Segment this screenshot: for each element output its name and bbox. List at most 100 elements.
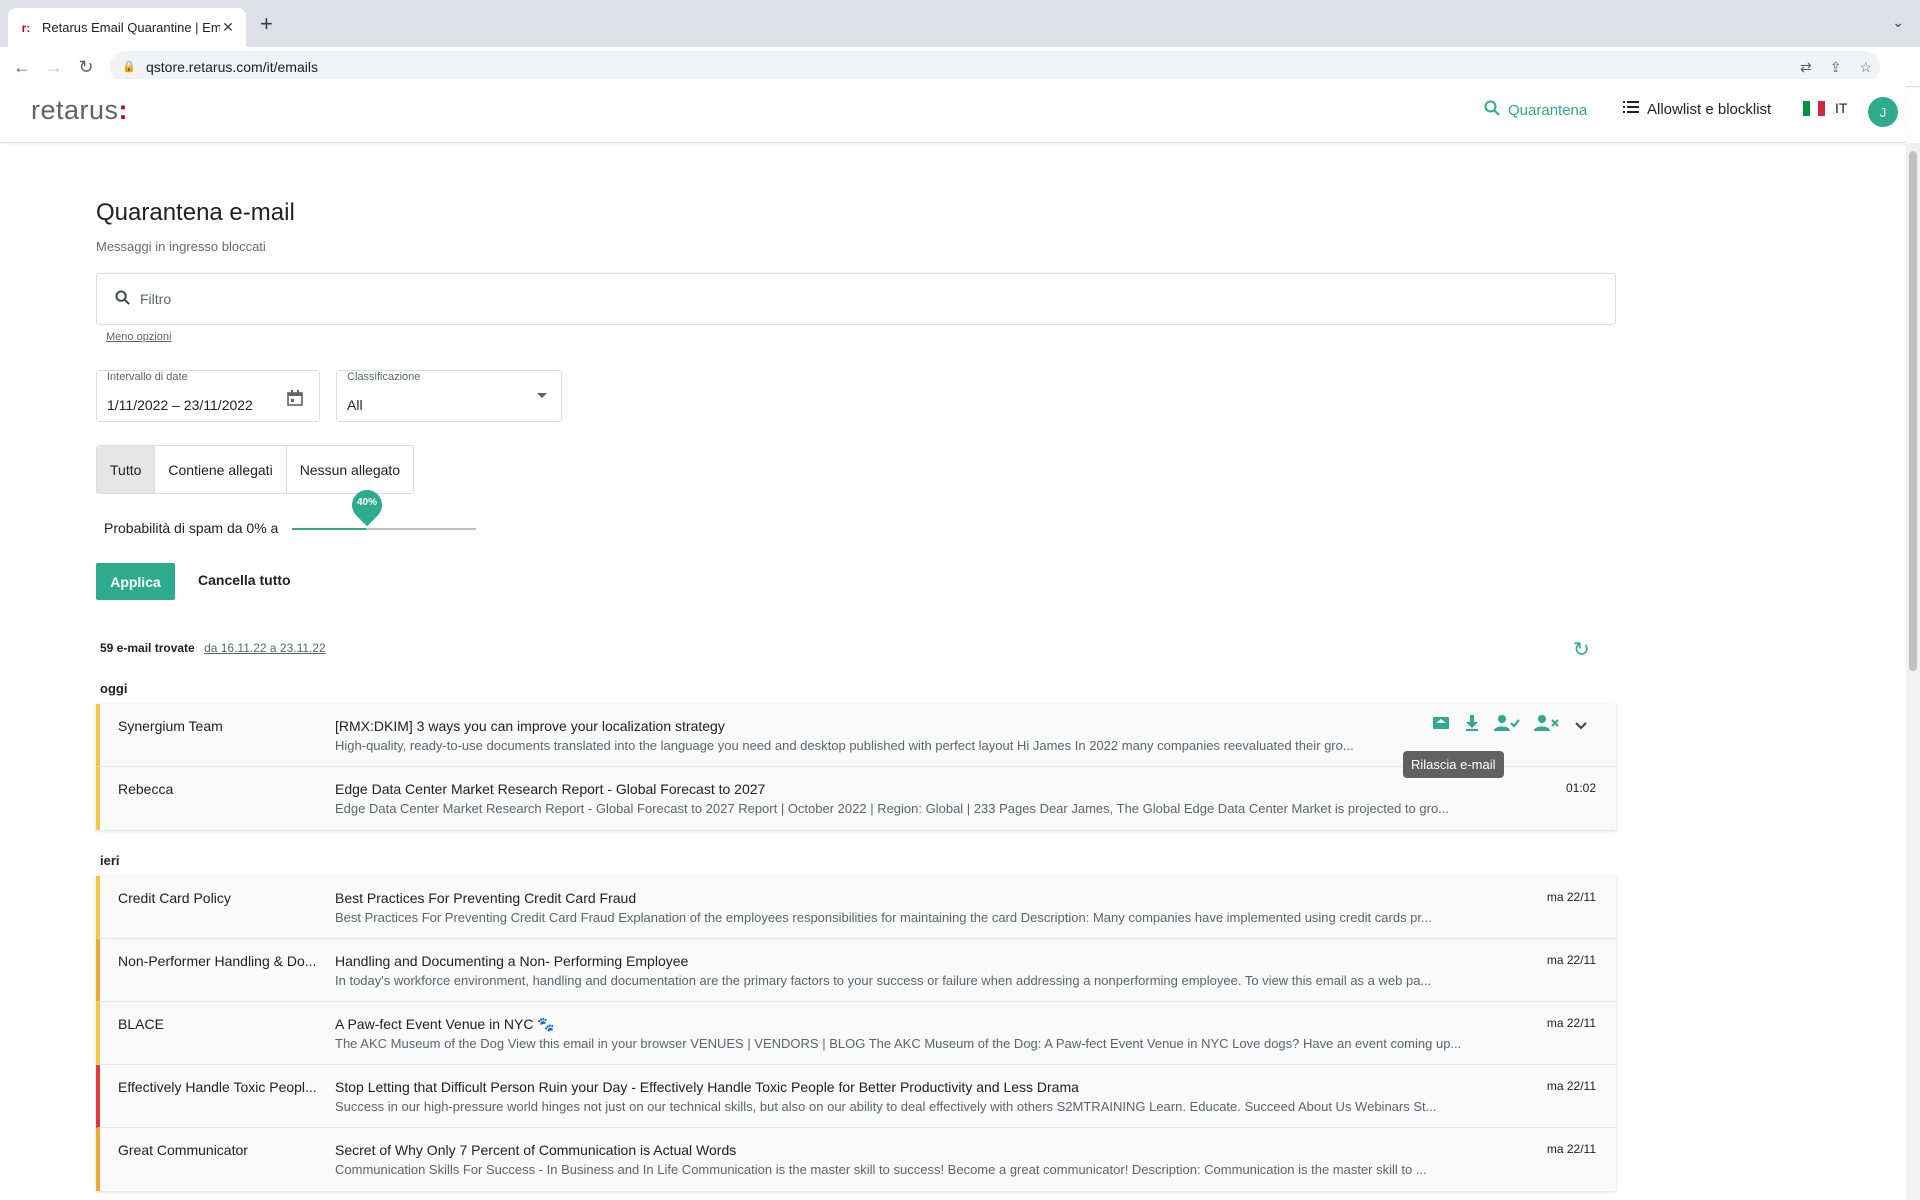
dropdown-caret-icon — [537, 393, 547, 398]
logo-mark: : — [118, 95, 129, 125]
email-row[interactable]: Non-Performer Handling & Do... Handling … — [96, 939, 1616, 1002]
email-row[interactable]: Synergium Team [RMX:DKIM] 3 ways you can… — [96, 704, 1616, 767]
spam-slider-value: 40% — [356, 497, 377, 508]
email-preview: The AKC Museum of the Dog View this emai… — [335, 1036, 1462, 1051]
close-tab-icon[interactable]: ✕ — [220, 19, 236, 36]
spam-slider-fill — [292, 528, 366, 530]
retarus-favicon-icon: r: — [21, 20, 31, 35]
results-summary: 59 e-mail trovate da 16.11.22 a 23.11.22 — [100, 641, 326, 655]
page-title: Quarantena e-mail — [96, 199, 295, 226]
email-sender: Effectively Handle Toxic Peopl... — [118, 1079, 317, 1095]
less-options-link[interactable]: Meno opzioni — [106, 331, 171, 343]
scrollbar-thumb[interactable] — [1909, 151, 1917, 671]
email-date: ma 22/11 — [1546, 953, 1596, 967]
email-subject: A Paw-fect Event Venue in NYC 🐾 — [335, 1016, 555, 1032]
url-text: qstore.retarus.com/it/emails — [146, 59, 318, 75]
allow-sender-icon[interactable] — [1494, 714, 1520, 737]
spam-slider-track[interactable] — [292, 528, 476, 530]
page-scrollbar[interactable] — [1906, 143, 1920, 1200]
translate-icon[interactable]: ⇄ — [1800, 59, 1812, 76]
expand-chevron-icon[interactable] — [1574, 718, 1588, 734]
email-row[interactable]: Rebecca Edge Data Center Market Research… — [96, 767, 1616, 830]
apply-button[interactable]: Applica — [96, 563, 175, 600]
search-icon — [1484, 100, 1500, 120]
share-icon[interactable]: ⇪ — [1830, 59, 1842, 76]
email-subject: Secret of Why Only 7 Percent of Communic… — [335, 1142, 737, 1158]
segment-with-attachments[interactable]: Contiene allegati — [155, 446, 287, 493]
email-subject: [RMX:DKIM] 3 ways you can improve your l… — [335, 718, 725, 734]
app-header: retarus: Quarantena Allowlist e blocklis… — [0, 79, 1906, 143]
email-sender: Synergium Team — [118, 718, 223, 734]
email-sender: Non-Performer Handling & Do... — [118, 953, 317, 969]
email-date: ma 22/11 — [1546, 1079, 1596, 1093]
calendar-icon[interactable] — [287, 390, 303, 410]
release-email-icon[interactable] — [1432, 714, 1450, 737]
email-subject: Stop Letting that Difficult Person Ruin … — [335, 1079, 1079, 1095]
email-sender: Great Communicator — [118, 1142, 248, 1158]
email-row[interactable]: Effectively Handle Toxic Peopl... Stop L… — [96, 1065, 1616, 1128]
email-sender: Credit Card Policy — [118, 890, 231, 906]
retarus-logo[interactable]: retarus: — [31, 95, 128, 126]
email-preview: In today's workforce environment, handli… — [335, 973, 1432, 988]
email-subject: Best Practices For Preventing Credit Car… — [335, 890, 637, 906]
classification-value: All — [347, 397, 363, 413]
segment-all[interactable]: Tutto — [97, 446, 156, 493]
email-preview: Communication Skills For Success - In Bu… — [335, 1162, 1427, 1177]
filter-box — [96, 273, 1616, 325]
group-label-today: oggi — [100, 681, 128, 696]
list-icon — [1623, 100, 1639, 118]
email-date: ma 22/11 — [1546, 1016, 1596, 1030]
email-subject: Handling and Documenting a Non- Performi… — [335, 953, 689, 969]
user-avatar[interactable]: J — [1868, 97, 1898, 127]
lock-icon: 🔒 — [122, 61, 136, 73]
nav-lists-label: Allowlist e blocklist — [1647, 100, 1772, 118]
nav-allowlist-blocklist[interactable]: Allowlist e blocklist — [1623, 100, 1771, 118]
email-row[interactable]: BLACE A Paw-fect Event Venue in NYC 🐾 Th… — [96, 1002, 1616, 1065]
bookmark-star-icon[interactable]: ☆ — [1859, 59, 1872, 76]
date-range-label: Intervallo di date — [107, 371, 188, 383]
nav-quarantine-label: Quarantena — [1508, 101, 1588, 119]
italy-flag-icon — [1803, 100, 1825, 116]
date-range-field[interactable]: Intervallo di date 1/11/2022 – 23/11/202… — [96, 370, 320, 422]
email-date: 01:02 — [1565, 781, 1596, 795]
email-date: ma 22/11 — [1546, 1142, 1596, 1156]
browser-tabstrip: r: Retarus Email Quarantine | Em ✕ + ⌄ — [0, 0, 1920, 47]
group-label-yesterday: ieri — [100, 853, 120, 868]
segment-no-attachments[interactable]: Nessun allegato — [287, 446, 413, 493]
new-tab-icon[interactable]: + — [260, 12, 273, 36]
download-icon[interactable] — [1464, 714, 1480, 737]
search-icon — [115, 289, 130, 309]
refresh-icon[interactable]: ↻ — [1573, 637, 1590, 662]
email-preview: Edge Data Center Market Research Report … — [335, 801, 1450, 816]
email-preview: Success in our high-pressure world hinge… — [335, 1099, 1437, 1114]
email-sender: BLACE — [118, 1016, 164, 1032]
email-actions — [1432, 714, 1588, 737]
back-icon[interactable]: ← — [10, 55, 34, 79]
results-count: 59 e-mail trovate — [100, 641, 195, 655]
tab-title: Retarus Email Quarantine | Em — [42, 20, 220, 35]
spam-probability-label: Probabilità di spam da 0% a — [104, 520, 279, 536]
browser-tab[interactable]: r: Retarus Email Quarantine | Em ✕ — [8, 8, 246, 47]
reload-icon[interactable]: ↻ — [74, 55, 98, 79]
email-preview: High-quality, ready-to-use documents tra… — [335, 738, 1354, 753]
language-code: IT — [1835, 100, 1848, 116]
filter-input[interactable] — [140, 291, 1540, 307]
email-subject: Edge Data Center Market Research Report … — [335, 781, 766, 797]
date-range-value: 1/11/2022 – 23/11/2022 — [107, 397, 253, 413]
attachment-filter-group: Tutto Contiene allegati Nessun allegato — [96, 445, 415, 494]
email-date: ma 22/11 — [1546, 890, 1596, 904]
classification-select[interactable]: Classificazione All — [336, 370, 562, 422]
email-row[interactable]: Great Communicator Secret of Why Only 7 … — [96, 1128, 1616, 1191]
language-selector[interactable]: IT — [1803, 100, 1847, 116]
block-sender-icon[interactable] — [1534, 714, 1560, 737]
nav-quarantine[interactable]: Quarantena — [1484, 100, 1587, 120]
tab-search-chevron-icon[interactable]: ⌄ — [1892, 14, 1904, 31]
page-subtitle: Messaggi in ingresso bloccati — [96, 239, 266, 254]
release-email-tooltip: Rilascia e-mail — [1403, 751, 1504, 778]
email-preview: Best Practices For Preventing Credit Car… — [335, 910, 1432, 925]
results-date-range[interactable]: da 16.11.22 a 23.11.22 — [204, 641, 326, 655]
clear-all-button[interactable]: Cancella tutto — [198, 572, 291, 588]
classification-label: Classificazione — [347, 371, 421, 383]
forward-icon[interactable]: → — [42, 55, 66, 79]
email-row[interactable]: Credit Card Policy Best Practices For Pr… — [96, 876, 1616, 939]
